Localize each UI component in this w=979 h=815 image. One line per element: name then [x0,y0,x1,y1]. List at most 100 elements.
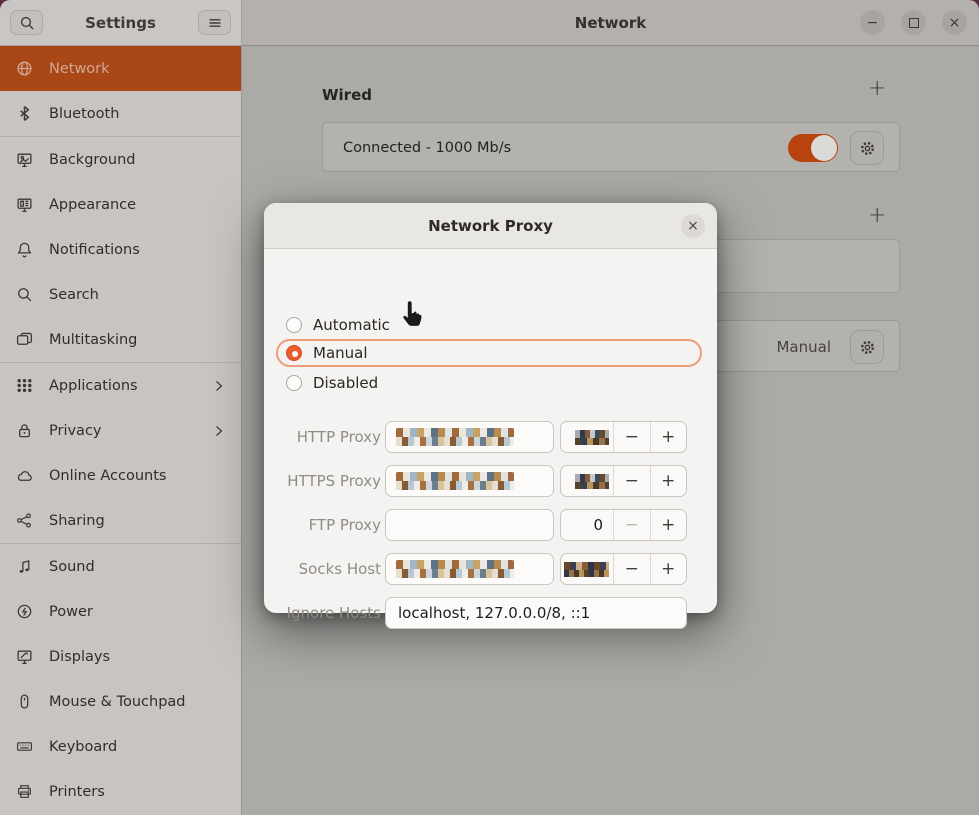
menu-button[interactable] [198,10,231,35]
share-icon [16,512,33,529]
ignore-hosts-row: Ignore Hosts localhost, 127.0.0.0/8, ::1 [264,597,717,629]
sidebar-item-label: Multitasking [49,332,227,348]
sidebar-item-applications[interactable]: Applications [0,363,241,408]
minus-icon: − [625,515,639,535]
sidebar-item-label: Displays [49,649,227,665]
increment-button[interactable]: + [650,510,687,540]
search-icon [19,15,35,31]
sidebar-item-displays[interactable]: Displays [0,634,241,679]
redacted-port-value [564,562,609,577]
hamburger-icon [207,15,223,31]
sidebar-item-label: Online Accounts [49,468,227,484]
decrement-button[interactable]: − [613,466,650,496]
decrement-button-disabled[interactable]: − [613,510,650,540]
appearance-icon [16,196,33,213]
toggle-knob [811,135,837,161]
printer-icon [16,783,33,800]
http-proxy-host-input[interactable] [385,421,554,453]
proxy-mode-automatic[interactable]: Automatic [286,311,390,339]
maximize-button[interactable] [901,10,926,35]
add-vpn-button[interactable]: + [868,205,886,227]
proxy-settings-button[interactable] [850,330,884,364]
sidebar-headerbar: Settings [0,0,242,46]
redacted-host-value [396,560,514,578]
socks-host-input[interactable] [385,553,554,585]
increment-button[interactable]: + [650,554,687,584]
page-title: Network [575,14,646,32]
https-proxy-host-input[interactable] [385,465,554,497]
dialog-title: Network Proxy [428,217,553,235]
sidebar-item-sound[interactable]: Sound [0,544,241,589]
increment-button[interactable]: + [650,422,687,452]
proxy-mode-manual[interactable]: Manual [276,339,702,367]
close-icon: × [687,218,699,234]
sidebar-item-privacy[interactable]: Privacy [0,408,241,453]
music-note-icon [16,558,33,575]
sidebar-item-background[interactable]: Background [0,137,241,182]
add-wired-connection-button[interactable]: + [868,78,886,100]
sidebar-item-label: Background [49,152,227,168]
socks-host-row: Socks Host − + [264,553,717,585]
sidebar-item-notifications[interactable]: Notifications [0,227,241,272]
sidebar-item-power[interactable]: Power [0,589,241,634]
chevron-right-icon [210,379,227,393]
close-button[interactable]: × [942,10,967,35]
wired-settings-button[interactable] [850,131,884,165]
socks-port-input[interactable] [561,554,613,584]
sidebar-item-online-accounts[interactable]: Online Accounts [0,453,241,498]
decrement-button[interactable]: − [613,422,650,452]
sidebar-item-sharing[interactable]: Sharing [0,498,241,543]
https-proxy-row: HTTPS Proxy − + [264,465,717,497]
wired-section-title: Wired [322,86,372,104]
radio-unchecked-icon [286,317,302,333]
http-proxy-port-stepper: − + [560,421,687,453]
sidebar-item-keyboard[interactable]: Keyboard [0,724,241,769]
sidebar-item-network[interactable]: Network [0,46,241,91]
plus-icon: + [661,515,675,535]
window-controls: − × [860,10,967,35]
increment-button[interactable]: + [650,466,687,496]
sidebar-item-printers[interactable]: Printers [0,769,241,814]
sidebar-item-mouse-touchpad[interactable]: Mouse & Touchpad [0,679,241,724]
power-icon [16,603,33,620]
wired-connection-row[interactable]: Connected - 1000 Mb/s [322,122,900,172]
port-value: 0 [593,516,609,534]
display-icon [16,648,33,665]
minimize-button[interactable]: − [860,10,885,35]
sidebar-item-label: Appearance [49,197,227,213]
ftp-proxy-port-stepper: 0 − + [560,509,687,541]
proxy-mode-disabled[interactable]: Disabled [286,369,378,397]
cloud-icon [16,467,33,484]
decrement-button[interactable]: − [613,554,650,584]
desktop-backdrop: Settings Network − × Network Bluetooth [0,0,979,815]
socks-host-label: Socks Host [264,553,381,585]
ftp-proxy-port-input[interactable]: 0 [561,510,613,540]
radio-label: Automatic [313,316,390,334]
network-proxy-dialog: Network Proxy × Automatic Manual Disable… [264,203,717,613]
dialog-close-button[interactable]: × [681,214,705,238]
ignore-hosts-input[interactable]: localhost, 127.0.0.0/8, ::1 [385,597,687,629]
app-title: Settings [85,14,156,32]
https-proxy-port-input[interactable] [561,466,613,496]
sidebar-item-search[interactable]: Search [0,272,241,317]
sidebar-item-appearance[interactable]: Appearance [0,182,241,227]
window-content: Network Bluetooth Background Appearance … [0,46,979,815]
sidebar-item-bluetooth[interactable]: Bluetooth [0,91,241,136]
sidebar-item-multitasking[interactable]: Multitasking [0,317,241,362]
minimize-icon: − [867,16,879,30]
minus-icon: − [625,559,639,579]
radio-label: Disabled [313,374,378,392]
search-button[interactable] [10,10,43,35]
sidebar-item-label: Mouse & Touchpad [49,694,227,710]
wired-toggle[interactable] [788,134,838,162]
sidebar-item-label: Network [49,61,227,77]
sidebar-item-label: Power [49,604,227,620]
maximize-icon [909,18,919,28]
sidebar-item-label: Notifications [49,242,227,258]
ignore-hosts-value: localhost, 127.0.0.0/8, ::1 [386,604,590,622]
chevron-right-icon [210,424,227,438]
ftp-proxy-host-input[interactable] [385,509,554,541]
http-proxy-port-input[interactable] [561,422,613,452]
gear-icon [859,140,876,157]
sidebar-item-label: Printers [49,784,227,800]
